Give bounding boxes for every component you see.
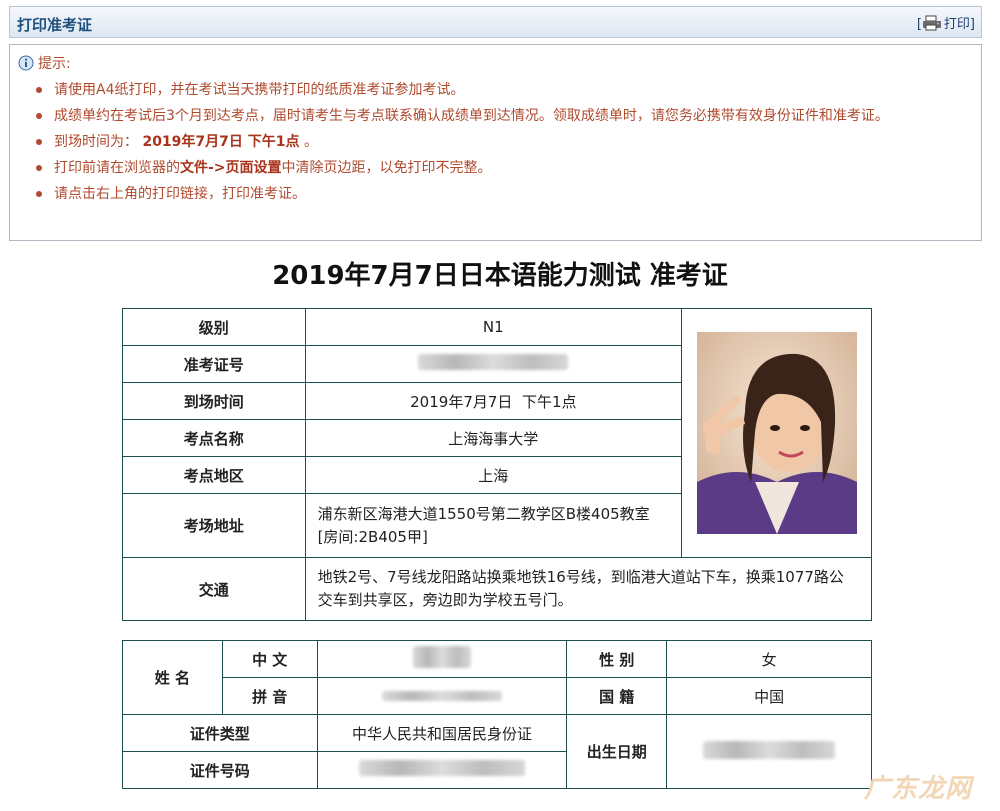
arrival-time-value: 2019年7月7日 下午1点 <box>304 382 683 420</box>
id-number-label: 证件号码 <box>122 751 318 789</box>
nationality-value: 中国 <box>666 677 872 715</box>
tip-arrival-time: 2019年7月7日 下午1点 <box>142 134 300 150</box>
exam-address-value: 浦东新区海港大道1550号第二教学区B楼405教室 [房间:2B405甲] <box>304 493 683 558</box>
tip-item: 请点击右上角的打印链接，打印准考证。 <box>32 183 972 205</box>
photo-cell <box>681 308 872 558</box>
tip-item: 请使用A4纸打印，并在考试当天携带打印的纸质准考证参加考试。 <box>32 79 972 101</box>
exam-address-label: 考场地址 <box>122 493 306 558</box>
redacted-ticket-number <box>418 354 569 370</box>
watermark-logo: 广东龙网 <box>863 774 972 804</box>
nationality-label: 国 籍 <box>566 677 668 715</box>
pinyin-name-value <box>316 677 568 715</box>
tips-box: 提示: 请使用A4纸打印，并在考试当天携带打印的纸质准考证参加考试。 成绩单约在… <box>9 44 982 241</box>
tip-item: 打印前请在浏览器的文件->页面设置中清除页边距，以免打印不完整。 <box>32 157 972 179</box>
info-icon <box>18 55 34 75</box>
tips-heading: 提示: <box>18 53 71 75</box>
print-label: 打印 <box>943 17 970 32</box>
site-name-label: 考点名称 <box>122 419 306 457</box>
tip-item: 成绩单约在考试后3个月到达考点，届时请考生与考点联系确认成绩单到达情况。领取成绩… <box>32 105 972 127</box>
level-value: N1 <box>304 308 683 346</box>
tip-page-setup: 文件->页面设置 <box>180 160 282 176</box>
site-name-value: 上海海事大学 <box>304 419 683 457</box>
transport-value: 地铁2号、7号线龙阳路站换乘地铁16号线，到临港大道站下车，换乘1077路公交车… <box>304 557 873 621</box>
candidate-photo <box>696 332 857 534</box>
chinese-name-label: 中 文 <box>221 640 318 678</box>
gender-label: 性 别 <box>566 640 668 678</box>
header-bar: 打印准考证 [打印] <box>9 6 982 38</box>
chinese-name-value <box>316 640 568 678</box>
print-link[interactable]: [打印] <box>917 13 975 35</box>
birth-date-label: 出生日期 <box>566 714 668 789</box>
pinyin-name-label: 拼 音 <box>221 677 318 715</box>
name-label: 姓 名 <box>122 640 223 715</box>
id-number-value <box>316 751 568 789</box>
site-region-label: 考点地区 <box>122 456 306 494</box>
admission-ticket-title: 2019年7月7日日本语能力测试 准考证 <box>272 261 728 291</box>
personal-info-table: 姓 名 中 文 性 别 女 拼 音 国 籍 中国 证件类型 中华人民共和国居民身… <box>122 640 872 789</box>
level-label: 级别 <box>122 308 306 346</box>
ticket-number-label: 准考证号 <box>122 345 306 383</box>
tips-list: 请使用A4纸打印，并在考试当天携带打印的纸质准考证参加考试。 成绩单约在考试后3… <box>32 79 972 209</box>
birth-date-value <box>666 714 872 789</box>
arrival-time-label: 到场时间 <box>122 382 306 420</box>
gender-value: 女 <box>666 640 872 678</box>
redacted-id-number <box>358 760 525 776</box>
redacted-birth-date <box>703 740 836 759</box>
redacted-pinyin-name <box>381 691 502 701</box>
id-type-label: 证件类型 <box>122 714 318 752</box>
id-type-value: 中华人民共和国居民身份证 <box>316 714 568 752</box>
site-region-value: 上海 <box>304 456 683 494</box>
page-header-title: 打印准考证 <box>17 16 93 34</box>
tip-item: 到场时间为： 2019年7月7日 下午1点 。 <box>32 131 972 153</box>
printer-icon <box>922 15 942 35</box>
ticket-number-value <box>304 345 683 383</box>
exam-info-table: 级别 N1 准考证号 到场时间 2019年7月7日 下午1点 考点名称 上海海事… <box>122 308 873 621</box>
transport-label: 交通 <box>122 557 306 621</box>
redacted-chinese-name <box>412 646 471 668</box>
